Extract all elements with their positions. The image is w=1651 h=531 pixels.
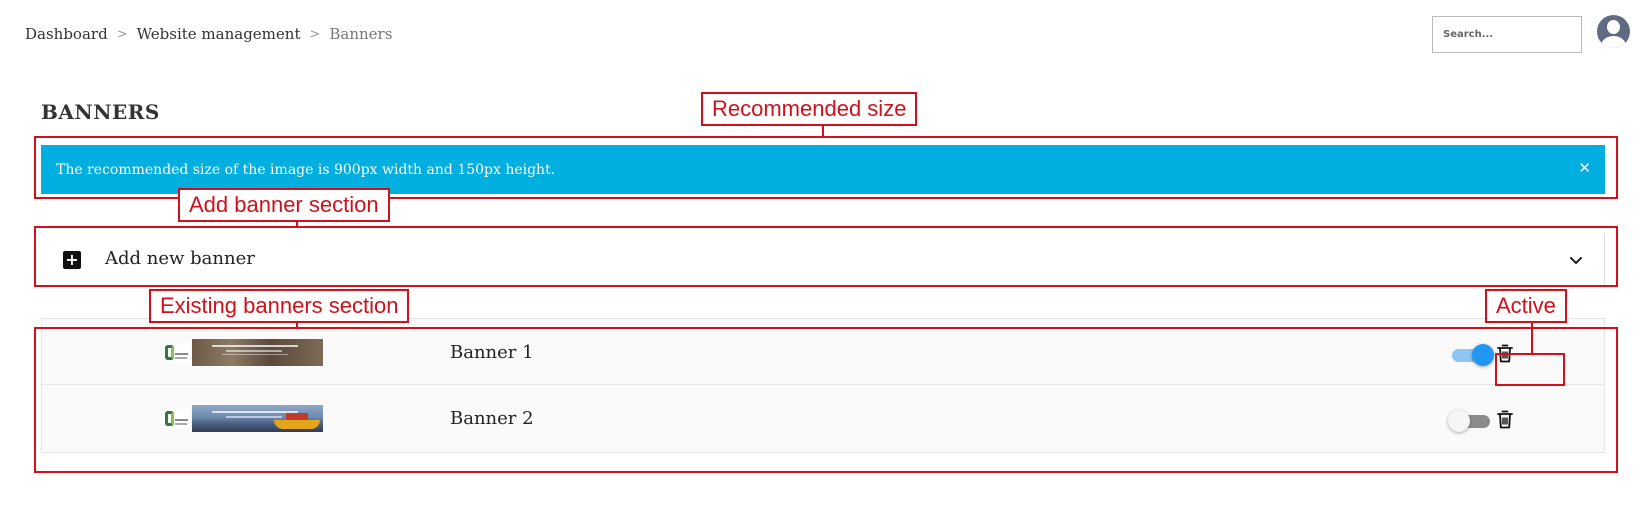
breadcrumb-separator: > — [116, 26, 128, 42]
annotation-box-existing-banners — [34, 327, 1618, 473]
breadcrumb-website-management[interactable]: Website management — [137, 25, 301, 43]
breadcrumb-dashboard[interactable]: Dashboard — [25, 25, 108, 43]
page-title: BANNERS — [41, 100, 160, 124]
avatar-body — [1601, 36, 1626, 48]
breadcrumb-banners: Banners — [329, 25, 393, 43]
user-avatar[interactable] — [1597, 15, 1630, 48]
breadcrumb-separator: > — [309, 26, 321, 42]
annotation-add-banner-section: Add banner section — [178, 188, 390, 222]
annotation-active: Active — [1485, 289, 1567, 323]
annotation-box-active — [1495, 353, 1565, 386]
search-input[interactable] — [1432, 16, 1582, 53]
annotation-recommended-size: Recommended size — [701, 92, 918, 126]
avatar-head — [1607, 20, 1620, 34]
annotation-existing-banners-section: Existing banners section — [149, 289, 410, 323]
breadcrumb: Dashboard > Website management > Banners — [25, 25, 392, 43]
annotation-box-add-banner — [34, 226, 1618, 287]
annotation-connector — [1531, 323, 1533, 353]
